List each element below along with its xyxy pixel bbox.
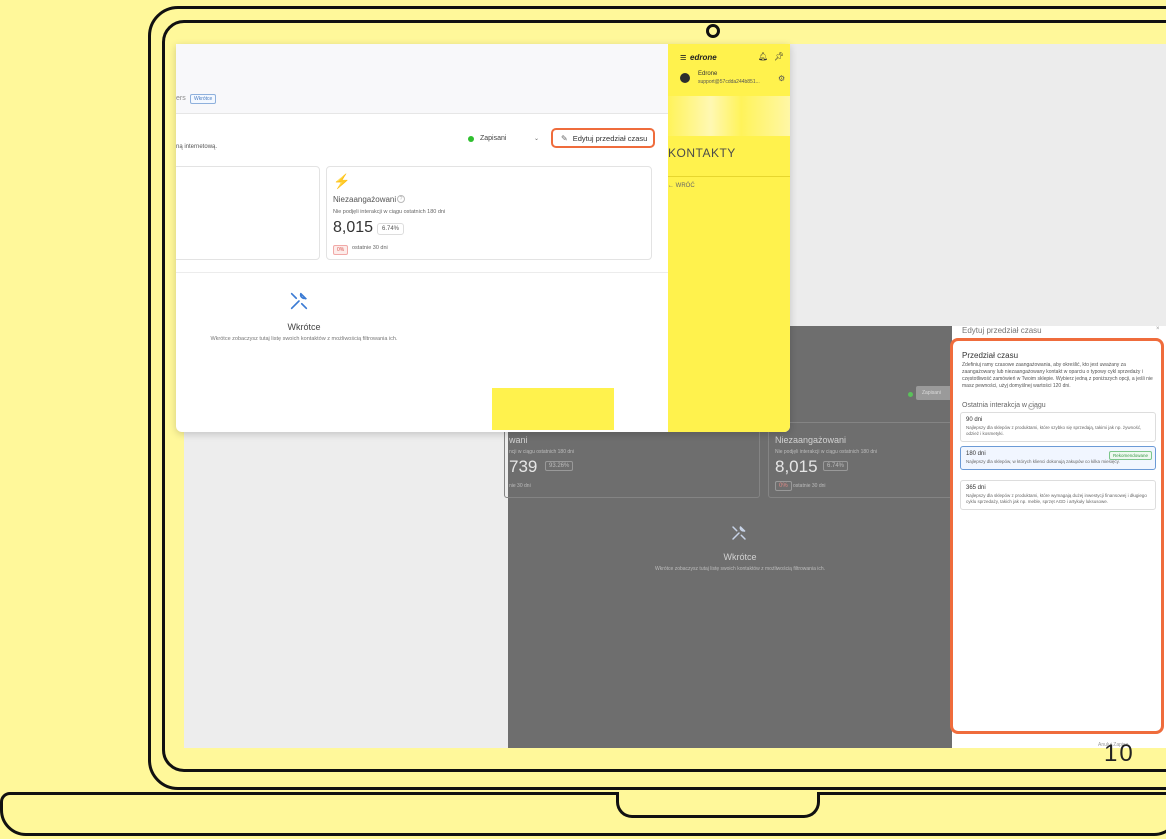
- drawer-title: Edytuj przedział czasu: [962, 326, 1042, 335]
- divider: [176, 272, 668, 273]
- engaged-card: [176, 166, 320, 260]
- soon-title: Wkrótce: [287, 322, 321, 332]
- edit-time-range-button[interactable]: ✎ Edytuj przedział czasu: [551, 128, 655, 148]
- dim-card-sub: Nie podjęli interakcji w ciągu ostatnich…: [775, 449, 878, 455]
- chevron-down-icon[interactable]: ⌄: [534, 135, 539, 142]
- option-title: 90 dni: [966, 417, 983, 423]
- dim-card-value: 739: [509, 457, 538, 476]
- laptop-notch: [616, 792, 820, 818]
- soon-description: Wkrótce zobaczysz tutaj listę swoich kon…: [210, 336, 398, 342]
- soon-badge: Wkrótce: [190, 94, 217, 104]
- pin-icon[interactable]: 📌︎: [774, 52, 784, 61]
- recommended-badge: Rekomendowane: [1109, 451, 1153, 460]
- tools-icon: [732, 526, 746, 540]
- user-name: Edrone: [698, 71, 718, 77]
- dim-card-pct: 93.26%: [545, 461, 574, 471]
- user-profile[interactable]: Edrone support@57cdda244b851... ⚙: [668, 68, 790, 94]
- dim-soon-title: Wkrótce: [723, 552, 757, 562]
- card-value: 8,015: [333, 219, 374, 236]
- option-365-days[interactable]: 365 dni Najlepszy dla sklepów z produkta…: [960, 480, 1156, 510]
- sidebar-extension: [492, 388, 614, 430]
- tools-icon: [290, 292, 308, 310]
- card-period: ostatnie 30 dni: [352, 245, 388, 251]
- status-dot: [908, 392, 913, 397]
- section-title: KONTAKTY: [668, 146, 736, 160]
- dim-soon-desc: Wkrótce zobaczysz tutaj listę swoich kon…: [654, 566, 826, 572]
- page-number: 10: [1104, 740, 1135, 767]
- sidebar: ≡ edrone 🔔︎ 📌︎ Edrone support@57cdda244b…: [668, 44, 790, 432]
- avatar: [680, 73, 690, 83]
- laptop-base: [0, 792, 1166, 836]
- status-dot: [468, 136, 474, 142]
- gear-icon[interactable]: ⚙: [778, 74, 785, 83]
- dim-card-period: nie 30 dni: [509, 483, 531, 489]
- dim-card-sub: ncji w ciągu ostatnich 180 dni: [509, 449, 575, 455]
- time-range-drawer: Edytuj przedział czasu × Przedział czasu…: [950, 326, 1166, 748]
- dim-card-title: wani: [509, 435, 528, 445]
- blank-area: [788, 44, 1166, 326]
- page-description: ną internetową.: [176, 144, 218, 150]
- back-link[interactable]: ← WRÓĆ: [668, 183, 695, 189]
- dim-card-badge: 0%: [775, 481, 792, 491]
- lightning-icon: ⚡: [333, 173, 351, 189]
- dim-card-engaged: wani ncji w ciągu ostatnich 180 dni 739 …: [504, 422, 760, 498]
- info-icon[interactable]: [1028, 403, 1035, 410]
- highlight-frame: [950, 338, 1164, 734]
- card-title: Niezaangażowani: [333, 195, 397, 204]
- blurred-block: [668, 96, 790, 136]
- option-180-days[interactable]: 180 dni Najlepszy dla sklepów, w których…: [960, 446, 1156, 470]
- brand-logo: edrone: [690, 53, 717, 62]
- dim-card-period: ostatnie 30 dni: [793, 483, 826, 489]
- option-90-days[interactable]: 90 dni Najlepszy dla sklepów z produktam…: [960, 412, 1156, 442]
- dim-card-pct: 6.74%: [823, 461, 849, 471]
- pencil-icon: ✎: [561, 133, 568, 143]
- page-header: ers Wkrótce: [176, 44, 668, 114]
- bell-icon[interactable]: 🔔︎: [758, 52, 768, 61]
- close-icon[interactable]: ×: [1156, 326, 1160, 332]
- info-icon[interactable]: ?: [397, 195, 405, 203]
- option-title: 365 dni: [966, 485, 986, 491]
- change-badge: 0%: [333, 245, 349, 255]
- breadcrumb: ers: [176, 95, 186, 102]
- option-description: Najlepszy dla sklepów z produktami, któr…: [966, 493, 1147, 504]
- dim-card-title: Niezaangażowani: [775, 435, 847, 445]
- unengaged-card: ⚡ Niezaangażowani ? Nie podjęli interakc…: [326, 166, 652, 260]
- menu-icon[interactable]: ≡: [680, 52, 686, 64]
- drawer-heading: Przedział czasu: [962, 351, 1019, 360]
- edit-time-range-label: Edytuj przedział czasu: [572, 133, 648, 143]
- drawer-description: Zdefiniuj ramy czasowe zaangażowania, ab…: [962, 362, 1153, 389]
- dim-card-value: 8,015: [775, 457, 818, 476]
- card-subtitle: Nie podjęli interakcji w ciągu ostatnich…: [333, 209, 446, 215]
- user-email: support@57cdda244b851...: [698, 79, 760, 85]
- divider: [668, 176, 790, 177]
- option-description: Najlepszy dla sklepów z produktami, któr…: [966, 425, 1142, 436]
- app-window: ers Wkrótce ną internetową. Zapisani ⌄ ✎…: [176, 44, 790, 432]
- card-percent: 6.74%: [377, 223, 405, 235]
- camera-icon: [706, 24, 720, 38]
